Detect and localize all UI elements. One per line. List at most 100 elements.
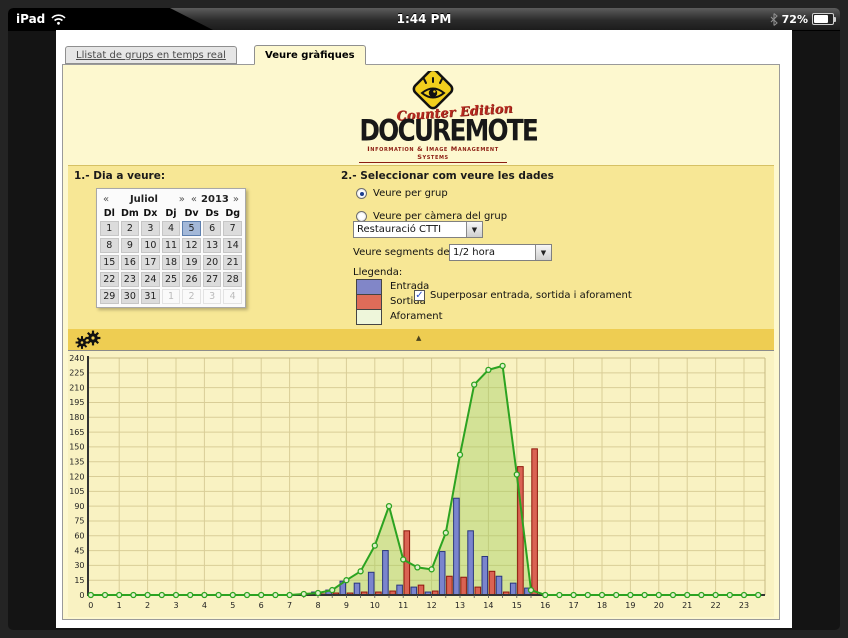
calendar-day[interactable]: 18 <box>162 255 181 270</box>
calendar-day[interactable]: 22 <box>100 272 119 287</box>
calendar-day[interactable]: 4 <box>223 289 242 304</box>
calendar-day[interactable]: 10 <box>141 238 160 253</box>
svg-text:15: 15 <box>74 576 84 585</box>
calendar-day[interactable]: 25 <box>162 272 181 287</box>
calendar-day[interactable]: 7 <box>223 221 242 236</box>
calendar-day-name: Dl <box>100 208 119 219</box>
svg-text:2: 2 <box>145 601 150 610</box>
battery-icon <box>812 13 834 25</box>
svg-text:210: 210 <box>69 383 84 392</box>
overlay-checkbox-label: Superposar entrada, sortida i aforament <box>430 290 632 301</box>
calendar-day[interactable]: 15 <box>100 255 119 270</box>
tab-veure-grafiques[interactable]: Veure gràfiques <box>254 45 366 65</box>
overlay-check-row: ✓ Superposar entrada, sortida i aforamen… <box>414 290 632 301</box>
svg-text:150: 150 <box>69 443 84 452</box>
clock: 1:44 PM <box>8 8 840 30</box>
svg-text:45: 45 <box>74 546 84 555</box>
svg-text:105: 105 <box>69 487 84 496</box>
calendar-day[interactable]: 2 <box>182 289 201 304</box>
calendar-day[interactable]: 6 <box>203 221 222 236</box>
calendar-day[interactable]: 13 <box>203 238 222 253</box>
calendar-day[interactable]: 1 <box>162 289 181 304</box>
calendar-day[interactable]: 11 <box>162 238 181 253</box>
calendar-prev-year-button[interactable]: « <box>188 194 200 205</box>
calendar-day[interactable]: 4 <box>162 221 181 236</box>
web-page: Llistat de grups en temps real Veure grà… <box>56 30 792 628</box>
calendar-day[interactable]: 24 <box>141 272 160 287</box>
calendar-next-month-button[interactable]: » <box>176 194 188 205</box>
calendar-day[interactable]: 28 <box>223 272 242 287</box>
chart-toolbar: ▲ <box>68 329 774 350</box>
calendar-day[interactable]: 9 <box>121 238 140 253</box>
calendar-prev-month-button[interactable]: « <box>100 194 112 205</box>
legend-swatch-entrada <box>356 279 382 295</box>
radio-veure-per-grup[interactable] <box>356 188 367 199</box>
calendar-day[interactable]: 3 <box>141 221 160 236</box>
segments-label: Veure segments de: <box>353 247 453 258</box>
svg-text:165: 165 <box>69 428 84 437</box>
svg-text:6: 6 <box>259 601 264 610</box>
segments-select[interactable]: 1/2 hora ▼ <box>449 244 552 261</box>
calendar-day[interactable]: 17 <box>141 255 160 270</box>
logo-brand-text: DOCUREMOTE <box>359 118 506 146</box>
calendar-day[interactable]: 1 <box>100 221 119 236</box>
group-select-dropdown-button[interactable]: ▼ <box>466 222 482 237</box>
status-bar: iPad 1:44 PM 72% <box>8 8 840 31</box>
calendar-day[interactable]: 19 <box>182 255 201 270</box>
calendar-year-label: 2013 <box>200 194 230 205</box>
svg-text:15: 15 <box>512 601 522 610</box>
calendar-day-name: Dg <box>223 208 242 219</box>
svg-text:22: 22 <box>711 601 721 610</box>
svg-text:14: 14 <box>483 601 493 610</box>
main-panel: Counter Edition DOCUREMOTE Information &… <box>62 64 780 620</box>
calendar-day[interactable]: 12 <box>182 238 201 253</box>
ipad-screen: iPad 1:44 PM 72% Llistat de grups en tem… <box>8 8 840 630</box>
calendar-day[interactable]: 16 <box>121 255 140 270</box>
calendar-day-name: Dm <box>121 208 140 219</box>
svg-text:13: 13 <box>455 601 465 610</box>
svg-text:225: 225 <box>69 369 84 378</box>
svg-text:10: 10 <box>370 601 380 610</box>
calendar-day[interactable]: 29 <box>100 289 119 304</box>
calendar-day[interactable]: 20 <box>203 255 222 270</box>
svg-text:16: 16 <box>540 601 550 610</box>
calendar-day[interactable]: 23 <box>121 272 140 287</box>
calendar-day[interactable]: 30 <box>121 289 140 304</box>
bluetooth-icon <box>770 13 778 26</box>
svg-text:120: 120 <box>69 472 84 481</box>
calendar-day[interactable]: 3 <box>203 289 222 304</box>
gears-icon[interactable] <box>73 330 107 350</box>
day-section-title: 1.- Dia a veure: <box>74 170 165 182</box>
calendar-day[interactable]: 31 <box>141 289 160 304</box>
svg-text:135: 135 <box>69 457 84 466</box>
calendar-day[interactable]: 8 <box>100 238 119 253</box>
tab-llistat-grups[interactable]: Llistat de grups en temps real <box>65 46 237 64</box>
segments-select-dropdown-button[interactable]: ▼ <box>535 245 551 260</box>
radio-veure-per-grup-label: Veure per grup <box>373 188 448 199</box>
battery-percent: 72% <box>782 13 808 26</box>
calendar-next-year-button[interactable]: » <box>230 194 242 205</box>
calendar: « Juliol » « 2013 » DlDmDxDjDvDsDg 12345… <box>96 188 246 308</box>
svg-text:20: 20 <box>654 601 664 610</box>
calendar-month-label: Juliol <box>112 194 176 205</box>
legend-title: Llegenda: <box>353 267 402 278</box>
calendar-day[interactable]: 21 <box>223 255 242 270</box>
calendar-day[interactable]: 26 <box>182 272 201 287</box>
calendar-day[interactable]: 14 <box>223 238 242 253</box>
legend-swatch-aforament <box>356 309 382 325</box>
calendar-day[interactable]: 5 <box>182 221 201 236</box>
segments-select-value: 1/2 hora <box>450 247 535 258</box>
group-select-value: Restauració CTTI <box>354 224 466 235</box>
svg-text:19: 19 <box>625 601 635 610</box>
svg-text:11: 11 <box>398 601 408 610</box>
svg-text:0: 0 <box>88 601 93 610</box>
status-indicators: 72% <box>770 8 834 30</box>
svg-text:240: 240 <box>69 354 84 363</box>
svg-text:5: 5 <box>230 601 235 610</box>
svg-text:3: 3 <box>173 601 178 610</box>
calendar-day[interactable]: 2 <box>121 221 140 236</box>
calendar-day[interactable]: 27 <box>203 272 222 287</box>
collapse-panel-icon[interactable]: ▲ <box>416 333 421 343</box>
group-select[interactable]: Restauració CTTI ▼ <box>353 221 483 238</box>
overlay-checkbox[interactable]: ✓ <box>414 290 425 301</box>
